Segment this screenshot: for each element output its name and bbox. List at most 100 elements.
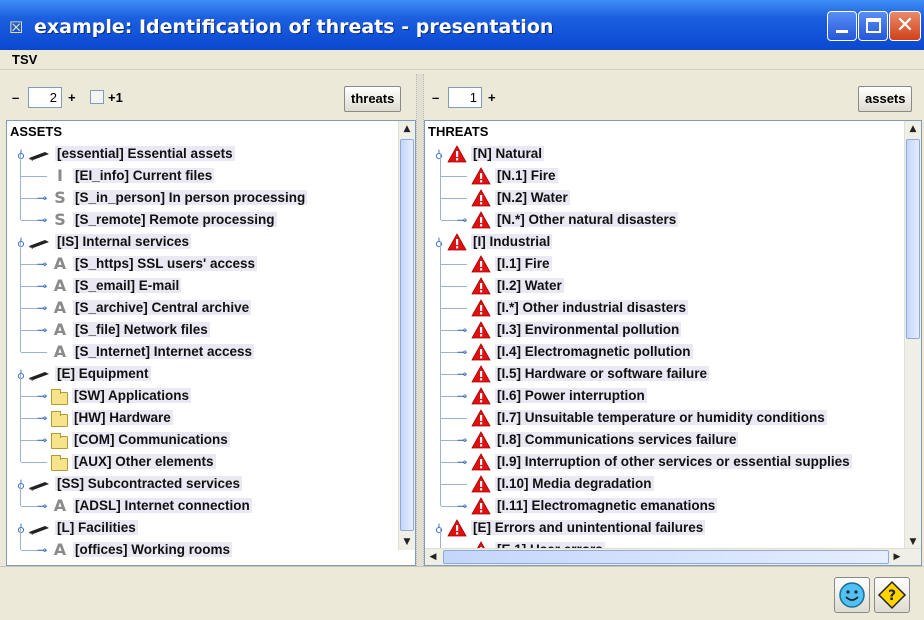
scroll-thumb[interactable]: [906, 139, 920, 339]
tree-connector-line: [440, 154, 441, 176]
scroll-down-icon[interactable]: ▼: [399, 534, 415, 550]
threat-node[interactable]: [N.*] Other natural disasters: [471, 209, 679, 231]
collapsed-toggle-icon[interactable]: ⊸: [457, 456, 467, 468]
threat-node[interactable]: [I.4] Electromagnetic pollution: [471, 341, 693, 363]
collapsed-toggle-icon[interactable]: ⊸: [37, 258, 47, 270]
plus-one-checkbox[interactable]: [90, 90, 104, 104]
asset-node[interactable]: [IS] Internal services: [27, 231, 192, 253]
scroll-right-icon[interactable]: ▶: [889, 549, 905, 565]
asset-node[interactable]: [HW] Hardware: [51, 407, 173, 429]
threat-node[interactable]: [I.9] Interruption of other services or …: [471, 451, 852, 473]
asset-node[interactable]: I [EI_info] Current files: [51, 165, 215, 187]
asset-node[interactable]: [SW] Applications: [51, 385, 191, 407]
threats-horizontal-scrollbar[interactable]: ◀ ▶: [425, 548, 921, 565]
collapsed-toggle-icon[interactable]: ⊸: [37, 412, 47, 424]
collapsed-toggle-icon[interactable]: ⊸: [37, 434, 47, 446]
tree-connector-line: [440, 286, 441, 308]
threat-node[interactable]: [I.6] Power interruption: [471, 385, 647, 407]
collapsed-toggle-icon[interactable]: ⊸: [37, 192, 47, 204]
tree-connector-line: [441, 264, 467, 265]
asset-node[interactable]: [COM] Communications: [51, 429, 230, 451]
assets-vertical-scrollbar[interactable]: ▲ ▼: [398, 121, 415, 550]
level-decrease-button[interactable]: –: [12, 90, 19, 105]
tree-connector-line: [20, 242, 21, 264]
asset-node[interactable]: S [S_in_person] In person processing: [51, 187, 308, 209]
asset-node[interactable]: A [S_https] SSL users' access: [51, 253, 258, 275]
collapsed-toggle-icon[interactable]: ⊸: [457, 214, 467, 226]
collapsed-toggle-icon[interactable]: ⊸: [37, 500, 47, 512]
collapsed-toggle-icon[interactable]: ⊸: [457, 500, 467, 512]
asset-node[interactable]: A [S_email] E-mail: [51, 275, 182, 297]
threat-node[interactable]: [I.2] Water: [471, 275, 564, 297]
threats-button[interactable]: threats: [344, 86, 402, 112]
collapsed-toggle-icon[interactable]: ⊸: [37, 280, 47, 292]
assets-button[interactable]: assets: [858, 86, 913, 112]
smiley-button[interactable]: [834, 577, 870, 613]
level-field[interactable]: 2: [28, 87, 62, 108]
node-label: [I.6] Power interruption: [495, 388, 647, 403]
collapsed-toggle-icon[interactable]: ⊸: [457, 324, 467, 336]
threat-node[interactable]: [I.1] Fire: [471, 253, 552, 275]
asset-type-a-icon: A: [53, 496, 67, 516]
expanded-toggle-icon[interactable]: ⚲: [433, 148, 443, 161]
threat-node[interactable]: [I.10] Media degradation: [471, 473, 654, 495]
scroll-up-icon[interactable]: ▲: [905, 121, 921, 137]
help-button[interactable]: ?: [874, 577, 910, 613]
threat-node[interactable]: [I.3] Environmental pollution: [471, 319, 682, 341]
scroll-thumb[interactable]: [400, 139, 414, 531]
asset-node[interactable]: A [ADSL] Internet connection: [51, 495, 252, 517]
collapsed-toggle-icon[interactable]: ⊸: [37, 324, 47, 336]
asset-node[interactable]: [L] Facilities: [27, 517, 138, 539]
level-increase-button[interactable]: +: [488, 90, 496, 105]
collapsed-toggle-icon[interactable]: ⊸: [37, 390, 47, 402]
threats-vertical-scrollbar[interactable]: ▲ ▼: [904, 121, 921, 550]
maximize-button[interactable]: [858, 11, 888, 41]
collapsed-toggle-icon[interactable]: ⊸: [457, 434, 467, 446]
threat-node[interactable]: [N] Natural: [447, 143, 545, 165]
asset-node[interactable]: A [S_file] Network files: [51, 319, 210, 341]
minimize-button[interactable]: [827, 11, 857, 41]
node-label: [I.7] Unsuitable temperature or humidity…: [495, 410, 827, 425]
collapsed-toggle-icon[interactable]: ⊸: [457, 368, 467, 380]
leaf-connector-icon: [425, 121, 435, 131]
hscroll-thumb[interactable]: [443, 550, 889, 564]
assets-tree[interactable]: ASSETS [essential] Essential assets⚲I[EI…: [6, 120, 416, 566]
threats-tree[interactable]: THREATS [N] Natural ⚲ [N.1] Fire [N.2] Wate…: [424, 120, 922, 566]
title-bar[interactable]: ☒ example: Identification of threats - p…: [0, 0, 924, 50]
asset-node[interactable]: [SS] Subcontracted services: [27, 473, 243, 495]
expanded-toggle-icon[interactable]: ⚲: [433, 522, 443, 535]
threat-node[interactable]: [I.8] Communications services failure: [471, 429, 739, 451]
asset-node[interactable]: A [S_Internet] Internet access: [51, 341, 255, 363]
collapsed-toggle-icon[interactable]: ⊸: [37, 544, 47, 556]
threat-node[interactable]: [N.2] Water: [471, 187, 570, 209]
pane-splitter[interactable]: [416, 74, 424, 566]
level-increase-button[interactable]: +: [68, 90, 76, 105]
asset-node[interactable]: [AUX] Other elements: [51, 451, 216, 473]
threat-node[interactable]: [E] Errors and unintentional failures: [447, 517, 706, 539]
scroll-up-icon[interactable]: ▲: [399, 121, 415, 137]
asset-node[interactable]: S [S_remote] Remote processing: [51, 209, 277, 231]
threat-node[interactable]: [I.7] Unsuitable temperature or humidity…: [471, 407, 827, 429]
collapsed-toggle-icon[interactable]: ⊸: [37, 302, 47, 314]
asset-node[interactable]: [E] Equipment: [27, 363, 151, 385]
folder-icon: [51, 388, 68, 405]
asset-node[interactable]: A [offices] Working rooms: [51, 539, 233, 561]
level-decrease-button[interactable]: –: [432, 90, 439, 105]
threat-warning-icon: [471, 431, 491, 449]
expanded-toggle-icon[interactable]: ⚲: [433, 236, 443, 249]
folder-icon: [51, 454, 68, 471]
asset-node[interactable]: A [S_archive] Central archive: [51, 297, 252, 319]
collapsed-toggle-icon[interactable]: ⊸: [457, 346, 467, 358]
close-button[interactable]: ✕: [889, 11, 921, 41]
collapsed-toggle-icon[interactable]: ⊸: [457, 390, 467, 402]
threat-node[interactable]: [I.11] Electromagnetic emanations: [471, 495, 718, 517]
threat-node[interactable]: [I] Industrial: [447, 231, 553, 253]
scroll-left-icon[interactable]: ◀: [425, 549, 441, 565]
menu-tsv[interactable]: TSV: [12, 52, 37, 67]
threat-node[interactable]: [I.5] Hardware or software failure: [471, 363, 710, 385]
level-field[interactable]: 1: [448, 87, 482, 108]
threat-node[interactable]: [N.1] Fire: [471, 165, 558, 187]
asset-node[interactable]: [essential] Essential assets: [27, 143, 235, 165]
threat-node[interactable]: [I.*] Other industrial disasters: [471, 297, 689, 319]
collapsed-toggle-icon[interactable]: ⊸: [37, 214, 47, 226]
